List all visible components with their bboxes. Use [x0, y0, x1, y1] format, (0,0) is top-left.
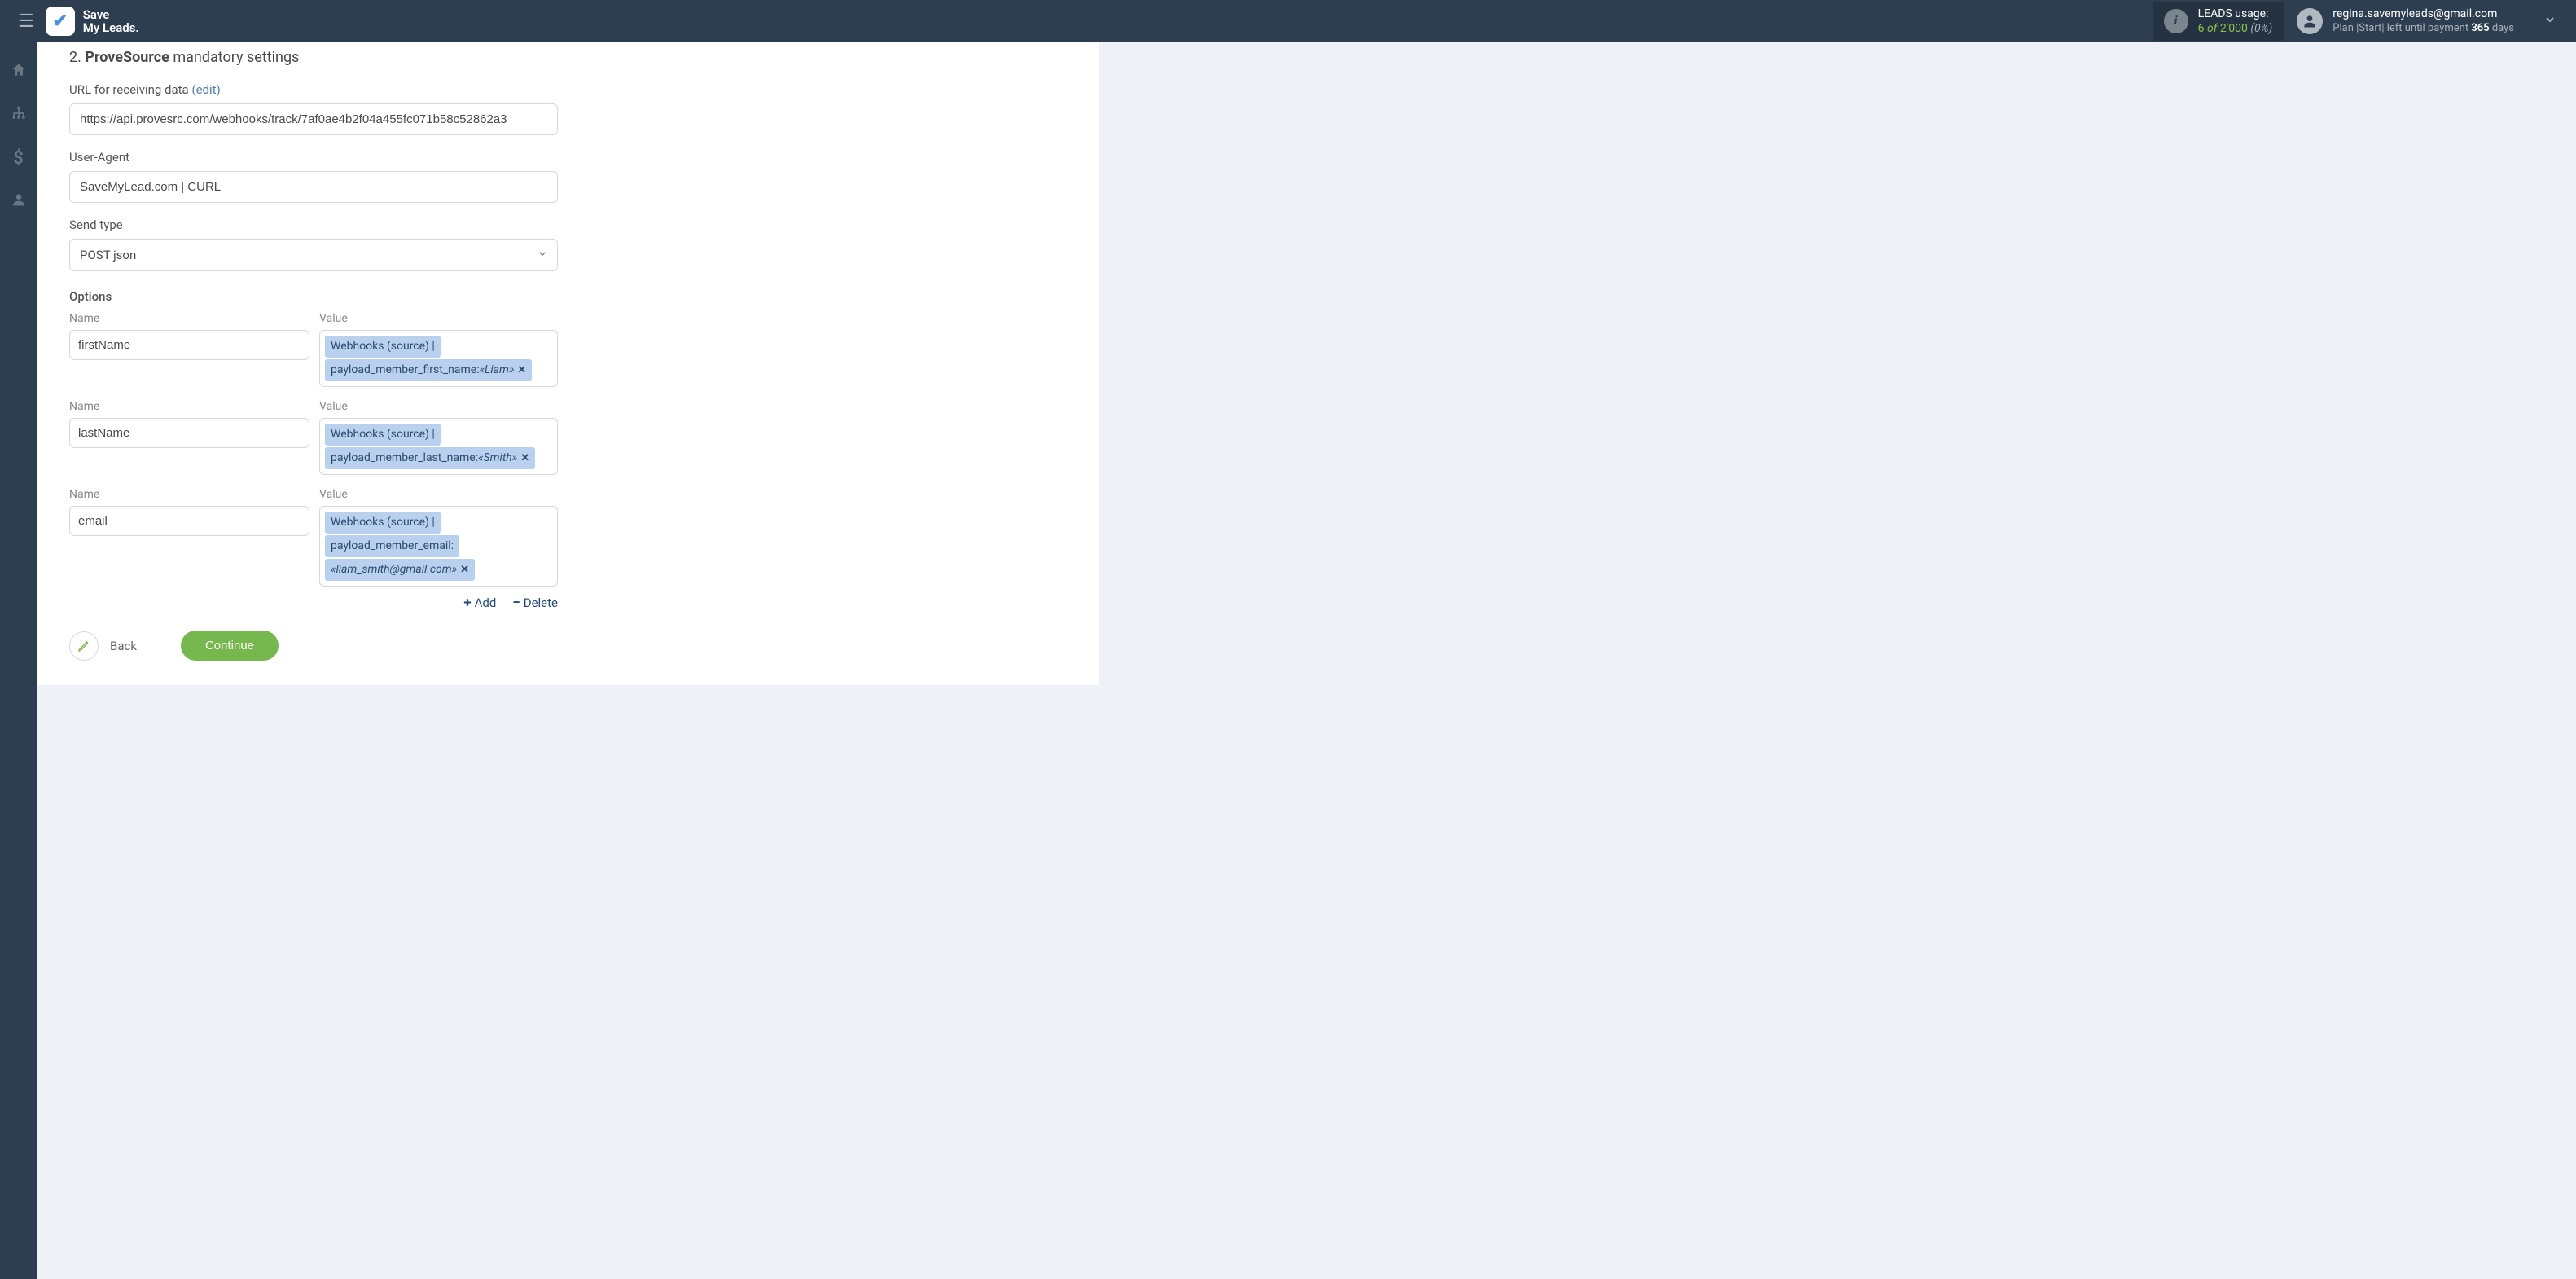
back-button[interactable] — [69, 631, 99, 661]
leads-usage-text: LEADS usage: 6 of 2'000 (0%) — [2198, 7, 2273, 36]
option-name-input[interactable] — [69, 330, 309, 360]
section-number: 2. — [69, 49, 81, 66]
section-title-rest: mandatory settings — [173, 49, 299, 66]
send-type-value: POST json — [69, 239, 558, 271]
value-token: Webhooks (source) | — [325, 512, 441, 534]
user-agent-input[interactable] — [69, 171, 558, 203]
info-icon: i — [2164, 9, 2188, 33]
leads-usage-widget[interactable]: i LEADS usage: 6 of 2'000 (0%) — [2153, 2, 2284, 41]
option-value-input[interactable]: Webhooks (source) | payload_member_last_… — [319, 418, 558, 475]
plan-days: 365 — [2471, 22, 2489, 34]
url-label: URL for receiving data (edit) — [69, 82, 1067, 97]
plus-icon: + — [463, 595, 471, 611]
user-text: regina.savemyleads@gmail.com Plan |Start… — [2332, 7, 2514, 35]
option-name-label: Name — [69, 488, 309, 501]
dollar-icon[interactable]: $ — [13, 148, 24, 169]
checkmark-icon: ✔ — [53, 11, 68, 32]
option-row: Name Value Webhooks (source) | payload_m… — [69, 488, 1067, 587]
remove-token-icon[interactable]: ✕ — [460, 562, 469, 578]
leads-label: LEADS usage: — [2198, 7, 2273, 21]
leads-total: 2'000 — [2220, 22, 2248, 35]
option-value-label: Value — [319, 400, 558, 413]
url-label-text: URL for receiving data — [69, 82, 191, 97]
option-row: Name Value Webhooks (source) | payload_m… — [69, 312, 1067, 387]
option-actions: + Add −Delete — [69, 595, 558, 611]
send-type-label: Send type — [69, 218, 1067, 232]
user-email: regina.savemyleads@gmail.com — [2332, 7, 2514, 21]
brand-line1: Save — [83, 8, 139, 22]
back-label: Back — [110, 639, 137, 653]
settings-card: 2. ProveSource mandatory settings URL fo… — [37, 42, 1099, 685]
pencil-icon — [77, 640, 90, 653]
option-name-label: Name — [69, 312, 309, 325]
avatar-icon — [2297, 8, 2323, 34]
option-name-label: Name — [69, 400, 309, 413]
home-icon[interactable] — [11, 62, 27, 82]
brand-logo[interactable]: ✔ — [46, 7, 75, 36]
add-label: Add — [475, 596, 497, 610]
value-token: Webhooks (source) | — [325, 424, 441, 446]
value-token: payload_member_first_name: «Liam» ✕ — [325, 359, 532, 381]
remove-token-icon[interactable]: ✕ — [520, 451, 529, 467]
add-option-button[interactable]: + Add — [463, 595, 496, 611]
value-token: payload_member_last_name: «Smith» ✕ — [325, 447, 535, 469]
send-type-select[interactable]: POST json — [69, 239, 558, 271]
remove-token-icon[interactable]: ✕ — [517, 363, 526, 379]
brand-line2: My Leads. — [83, 21, 139, 35]
option-row: Name Value Webhooks (source) | payload_m… — [69, 400, 1067, 475]
section-title-strong: ProveSource — [85, 49, 169, 66]
sitemap-icon[interactable] — [11, 105, 27, 125]
option-name-input[interactable] — [69, 506, 309, 536]
option-value-label: Value — [319, 312, 558, 325]
leads-of: of — [2207, 22, 2217, 35]
url-edit-link[interactable]: (edit) — [191, 82, 220, 97]
leads-pct: (0%) — [2250, 22, 2272, 35]
continue-button[interactable]: Continue — [181, 631, 279, 661]
delete-option-button[interactable]: −Delete — [512, 595, 558, 611]
option-value-input[interactable]: Webhooks (source) | payload_member_email… — [319, 506, 558, 587]
user-menu[interactable]: regina.savemyleads@gmail.com Plan |Start… — [2297, 7, 2514, 35]
section-title: 2. ProveSource mandatory settings — [69, 49, 1067, 66]
plan-prefix: Plan |Start| left until payment — [2332, 22, 2471, 34]
value-token: «liam_smith@gmail.com» ✕ — [325, 559, 475, 581]
leads-used: 6 — [2198, 22, 2205, 35]
value-token: payload_member_email: — [325, 535, 459, 557]
value-token: Webhooks (source) | — [325, 336, 441, 358]
brand-name: Save My Leads. — [83, 8, 139, 35]
main-content: 2. ProveSource mandatory settings URL fo… — [37, 42, 2576, 1279]
menu-toggle-icon[interactable]: ☰ — [10, 7, 42, 37]
topbar: ☰ ✔ Save My Leads. i LEADS usage: 6 of 2… — [0, 0, 2576, 42]
sidebar: $ — [0, 42, 37, 1279]
delete-label: Delete — [524, 596, 558, 610]
user-agent-label: User-Agent — [69, 150, 1067, 165]
chevron-down-icon[interactable] — [2543, 13, 2556, 29]
option-value-label: Value — [319, 488, 558, 501]
user-icon[interactable] — [11, 191, 27, 212]
url-input[interactable] — [69, 103, 558, 135]
plan-days-suffix: days — [2490, 22, 2514, 34]
option-value-input[interactable]: Webhooks (source) | payload_member_first… — [319, 330, 558, 387]
options-header: Options — [69, 289, 1067, 304]
option-name-input[interactable] — [69, 418, 309, 448]
minus-icon: − — [512, 595, 520, 611]
footer-buttons: Back Continue — [69, 631, 1067, 661]
